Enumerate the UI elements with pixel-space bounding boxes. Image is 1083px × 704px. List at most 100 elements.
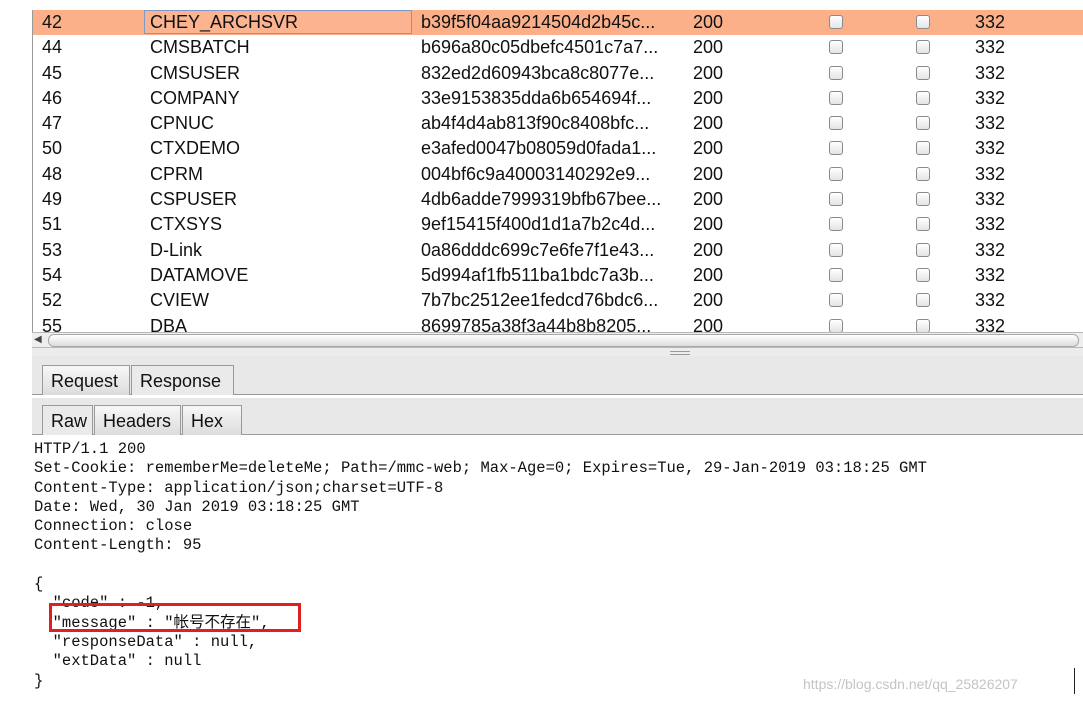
request-number: 49 (42, 189, 63, 210)
response-line: Set-Cookie: rememberMe=deleteMe; Path=/m… (34, 459, 927, 478)
table-row[interactable]: 42 CHEY_ARCHSVR b39f5f04aa9214504d2b45c...… (33, 10, 1083, 36)
status-cell: 200 (693, 290, 724, 311)
checkbox-icon (916, 141, 930, 156)
intruder-results-table[interactable]: 42 CHEY_ARCHSVR b39f5f04aa9214504d2b45c...… (32, 10, 1083, 334)
tab-raw[interactable]: Raw (42, 405, 93, 435)
table-row[interactable]: 45 CMSUSER 832ed2d60943bca8c8077e... 200 332 (33, 61, 1083, 86)
request-number: 50 (42, 138, 63, 159)
request-number: 51 (42, 214, 63, 235)
checkbox-icon (829, 90, 843, 105)
length-cell: 332 (975, 87, 1006, 108)
table-row[interactable]: 44 CMSBATCH b696a80c05dbefc4501c7a7... 200 3… (33, 35, 1083, 60)
results-rows: 42 CHEY_ARCHSVR b39f5f04aa9214504d2b45c...… (33, 10, 1083, 334)
payload2-cell: b696a80c05dbefc4501c7a7... (421, 37, 659, 58)
payload1-cell: CTXSYS (150, 214, 223, 235)
checkbox-icon (829, 116, 843, 131)
message-highlight-box (49, 603, 301, 632)
tab-response[interactable]: Response (131, 365, 234, 395)
checkbox-icon (916, 217, 930, 232)
table-row[interactable]: 53 D-Link 0a86dddc699c7e6fe7f1e43... 200 332 (33, 238, 1083, 263)
payload2-cell: 004bf6c9a40003140292e9... (421, 163, 651, 184)
status-cell: 200 (693, 239, 724, 260)
status-cell: 200 (693, 315, 724, 334)
table-row[interactable]: 52 CVIEW 7b7bc2512ee1fedcd76bdc6... 200 332 (33, 288, 1083, 313)
status-cell: 200 (693, 214, 724, 235)
payload2-cell: b39f5f04aa9214504d2b45c... (421, 12, 656, 32)
status-cell: 200 (693, 264, 724, 285)
scroll-left-icon[interactable]: ◀ (34, 333, 42, 347)
request-number: 53 (42, 239, 63, 260)
request-number: 47 (42, 113, 63, 134)
payload1-cell: D-Link (150, 239, 203, 260)
payload2-cell: 7b7bc2512ee1fedcd76bdc6... (421, 290, 659, 311)
table-row[interactable]: 46 COMPANY 33e9153835dda6b654694f... 200 332 (33, 86, 1083, 111)
request-number: 54 (42, 264, 63, 285)
checkbox-icon (916, 267, 930, 282)
length-cell: 332 (975, 214, 1006, 235)
length-cell: 332 (975, 138, 1006, 159)
table-row[interactable]: 54 DATAMOVE 5d994af1fb511ba1bdc7a3b... 200 3… (33, 263, 1083, 288)
length-cell: 332 (975, 37, 1006, 58)
response-line: Date: Wed, 30 Jan 2019 03:18:25 GMT (34, 497, 360, 516)
payload1-cell: CVIEW (150, 290, 210, 311)
table-row[interactable]: 49 CSPUSER 4db6adde7999319bfb67bee... 200 33… (33, 187, 1083, 212)
splitter-grip-icon[interactable] (670, 351, 690, 355)
tab-request[interactable]: Request (42, 365, 130, 395)
checkbox-icon (916, 192, 930, 207)
response-line (34, 556, 1083, 575)
payload1-cell: CPRM (150, 163, 203, 184)
request-number: 46 (42, 87, 63, 108)
status-cell: 200 (693, 163, 724, 184)
checkbox-icon (829, 40, 843, 55)
table-row[interactable]: 50 CTXDEMO e3afed0047b08059d0fada1... 200 33… (33, 136, 1083, 161)
table-row[interactable]: 47 CPNUC ab4f4d4ab813f90c8408bfc... 200 332 (33, 111, 1083, 136)
response-raw-text[interactable]: HTTP/1.1 200 Set-Cookie: rememberMe=delet… (34, 440, 1083, 691)
checkbox-icon (916, 15, 930, 29)
length-cell: 332 (975, 239, 1006, 260)
pane-splitter[interactable] (32, 348, 1083, 356)
payload2-cell: ab4f4d4ab813f90c8408bfc... (421, 113, 650, 134)
request-number: 42 (42, 12, 63, 32)
checkbox-icon (829, 267, 843, 282)
tab-hex[interactable]: Hex (182, 405, 242, 435)
status-cell: 200 (693, 113, 724, 134)
checkbox-icon (829, 65, 843, 80)
payload1-cell: DBA (150, 315, 188, 334)
length-cell: 332 (975, 163, 1006, 184)
checkbox-icon (916, 293, 930, 308)
horizontal-scrollbar[interactable]: ◀ (32, 332, 1083, 348)
table-row[interactable]: 48 CPRM 004bf6c9a40003140292e9... 200 332 (33, 162, 1083, 187)
request-number: 44 (42, 37, 63, 58)
table-row[interactable]: 55 DBA 8699785a38f3a44b8b8205... 200 332 (33, 314, 1083, 334)
status-cell: 200 (693, 37, 724, 58)
length-cell: 332 (975, 12, 1006, 32)
length-cell: 332 (975, 290, 1006, 311)
checkbox-icon (916, 318, 930, 333)
length-cell: 332 (975, 62, 1006, 83)
checkbox-icon (829, 293, 843, 308)
checkbox-icon (916, 242, 930, 257)
tab-headers[interactable]: Headers (94, 405, 181, 435)
table-row[interactable]: 51 CTXSYS 9ef15415f400d1d1a7b2c4d... 200 332 (33, 212, 1083, 237)
payload2-cell: 8699785a38f3a44b8b8205... (421, 315, 652, 334)
payload1-cell: COMPANY (150, 87, 240, 108)
response-line: "extData" : null (34, 652, 202, 671)
request-number: 52 (42, 290, 63, 311)
payload2-cell: e3afed0047b08059d0fada1... (421, 138, 657, 159)
payload1-cell: CPNUC (150, 113, 215, 134)
response-line: Connection: close (34, 517, 193, 536)
checkbox-icon (916, 116, 930, 131)
length-cell: 332 (975, 113, 1006, 134)
request-number: 48 (42, 163, 63, 184)
checkbox-icon (916, 90, 930, 105)
checkbox-icon (829, 15, 843, 29)
response-line: { (34, 575, 44, 594)
checkbox-icon (916, 65, 930, 80)
watermark: https://blog.csdn.net/qq_25826207 (803, 676, 1018, 692)
scroll-thumb[interactable] (48, 334, 1079, 347)
checkbox-icon (829, 166, 843, 181)
length-cell: 332 (975, 315, 1006, 334)
payload2-cell: 5d994af1fb511ba1bdc7a3b... (421, 264, 654, 285)
checkbox-icon (829, 242, 843, 257)
view-mode-tabs: Raw Headers Hex (32, 398, 1083, 435)
